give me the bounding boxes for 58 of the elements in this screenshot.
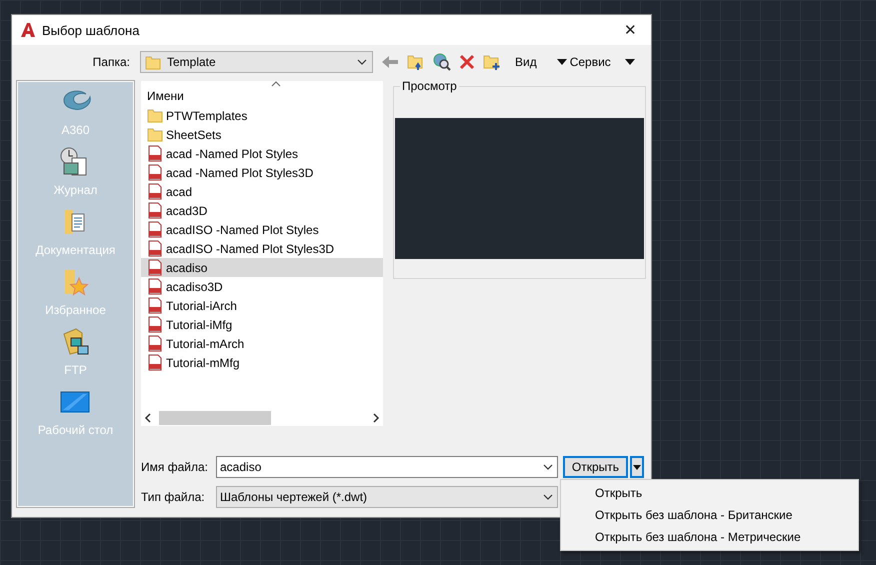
search-web-icon[interactable] [433, 53, 451, 71]
delete-icon[interactable] [459, 54, 475, 70]
folder-label: Папка: [92, 55, 130, 69]
template-file-icon [147, 335, 163, 352]
dropdown-arrow-icon[interactable] [624, 59, 635, 65]
file-item[interactable]: SheetSets [141, 125, 383, 144]
file-item[interactable]: acadiso3D [141, 277, 383, 296]
template-file-icon [147, 164, 163, 181]
scroll-left-icon[interactable] [143, 412, 153, 422]
template-file-icon [147, 202, 163, 219]
file-item[interactable]: PTWTemplates [141, 106, 383, 125]
autocad-logo-icon [20, 22, 36, 38]
view-menu[interactable]: Вид [509, 55, 543, 69]
file-name-field[interactable]: acadiso [216, 456, 558, 478]
open-button[interactable]: Открыть [563, 456, 628, 478]
folder-icon [145, 54, 161, 70]
column-header[interactable]: Имени [141, 81, 383, 103]
template-file-icon [147, 297, 163, 314]
template-file-icon [147, 145, 163, 162]
file-item[interactable]: acadiso [141, 258, 383, 277]
new-folder-icon[interactable] [483, 53, 501, 71]
file-item[interactable]: Tutorial-mMfg [141, 353, 383, 372]
template-file-icon [147, 259, 163, 276]
folder-dropdown[interactable]: Template [140, 51, 373, 73]
template-file-icon [147, 278, 163, 295]
tools-menu[interactable]: Сервис [550, 55, 617, 69]
open-options-button[interactable] [630, 456, 644, 478]
menu-item[interactable]: Открыть [561, 482, 858, 504]
folder-up-icon[interactable] [407, 53, 425, 71]
template-file-icon [147, 240, 163, 257]
file-item[interactable]: acad3D [141, 201, 383, 220]
scroll-thumb[interactable] [159, 410, 271, 424]
menu-item[interactable]: Открыть без шаблона - Метрические [561, 526, 858, 548]
template-file-icon [147, 221, 163, 238]
file-item[interactable]: acad [141, 182, 383, 201]
file-item[interactable]: Tutorial-iMfg [141, 315, 383, 334]
scroll-right-icon[interactable] [371, 412, 381, 422]
template-file-icon [147, 354, 163, 371]
sort-caret-icon[interactable] [271, 81, 281, 87]
template-file-icon [147, 183, 163, 200]
file-item[interactable]: acad -Named Plot Styles [141, 144, 383, 163]
preview-label: Просмотр [400, 79, 459, 93]
folder-icon [147, 107, 163, 124]
file-type-dropdown[interactable]: Шаблоны чертежей (*.dwt) [216, 486, 558, 508]
file-item[interactable]: Tutorial-mArch [141, 334, 383, 353]
file-item[interactable]: Tutorial-iArch [141, 296, 383, 315]
file-type-label: Тип файла: [141, 490, 206, 504]
file-item[interactable]: acad -Named Plot Styles3D [141, 163, 383, 182]
file-item[interactable]: acadISO -Named Plot Styles [141, 220, 383, 239]
close-button[interactable]: ✕ [618, 21, 643, 39]
window-title: Выбор шаблона [42, 22, 140, 38]
file-item[interactable]: acadISO -Named Plot Styles3D [141, 239, 383, 258]
file-name-label: Имя файла: [141, 460, 209, 474]
dropdown-arrow-icon [633, 464, 641, 470]
template-file-icon [147, 316, 163, 333]
menu-item[interactable]: Открыть без шаблона - Британские [561, 504, 858, 526]
dropdown-arrow-icon [556, 59, 567, 65]
folder-icon [147, 126, 163, 143]
